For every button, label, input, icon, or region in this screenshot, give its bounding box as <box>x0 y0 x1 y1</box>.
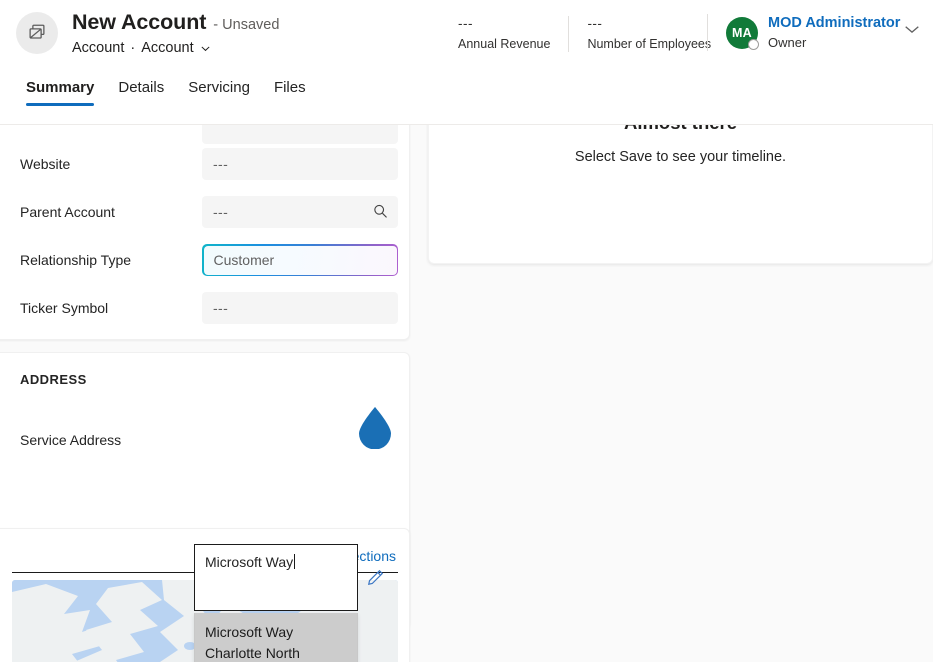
owner-text: MOD Administrator Owner <box>768 14 900 51</box>
form-surface: Website --- Parent Account --- Relations… <box>0 124 933 662</box>
breadcrumb-form: Account <box>141 40 194 56</box>
stat-value: --- <box>587 16 603 31</box>
suggestion-line-1: Microsoft Way <box>205 624 294 640</box>
tab-details[interactable]: Details <box>106 78 176 106</box>
timeline-card: Almost there Select Save to see your tim… <box>428 124 933 264</box>
breadcrumb-entity: Account <box>72 40 125 56</box>
header-identity: New Account - Unsaved Account · Account <box>16 10 279 56</box>
search-icon[interactable] <box>372 203 389 225</box>
field-row-service-address: Service Address <box>20 422 398 458</box>
website-input[interactable]: --- <box>202 148 398 180</box>
copilot-teardrop-icon <box>355 405 395 450</box>
record-header: New Account - Unsaved Account · Account <box>0 0 933 76</box>
service-address-value: Microsoft Way <box>205 554 294 570</box>
field-row-relationship-type: Relationship Type Customer <box>20 242 398 278</box>
avatar: MA <box>726 17 759 50</box>
form-tabs: Summary Details Servicing Files <box>0 78 933 118</box>
breadcrumb: Account · Account <box>72 40 279 56</box>
field-row-website: Website --- <box>20 146 398 182</box>
ticker-symbol-input[interactable]: --- <box>202 292 398 324</box>
tab-files[interactable]: Files <box>262 78 318 106</box>
relationship-type-input[interactable]: Customer <box>203 245 397 275</box>
field-control-ticker-symbol[interactable]: --- <box>202 292 398 324</box>
field-control-website[interactable]: --- <box>202 148 398 180</box>
stat-value: --- <box>458 16 473 31</box>
stat-label: Annual Revenue <box>458 37 551 51</box>
owner-name-link[interactable]: MOD Administrator <box>768 14 900 32</box>
field-label-website: Website <box>20 156 71 172</box>
field-control-relationship-type[interactable]: Customer <box>202 244 398 276</box>
owner-role-label: Owner <box>768 35 807 50</box>
header-stats: --- Annual Revenue --- Number of Employe… <box>458 16 729 52</box>
field-label-parent-account: Parent Account <box>20 204 115 220</box>
stat-number-of-employees: --- Number of Employees <box>568 16 729 52</box>
header-title-block: New Account - Unsaved Account · Account <box>72 10 279 56</box>
field-control[interactable] <box>202 124 398 144</box>
field-label-service-address: Service Address <box>20 432 122 448</box>
ai-suggestion-border: Customer <box>202 244 398 276</box>
service-address-input[interactable]: Microsoft Way <box>194 544 358 611</box>
timeline-empty-title: Almost there <box>429 124 932 134</box>
owner-block[interactable]: MA MOD Administrator Owner <box>707 14 900 51</box>
suggestion-line-2: Charlotte North <box>205 645 300 661</box>
tab-summary[interactable]: Summary <box>14 78 106 106</box>
field-label-relationship-type: Relationship Type <box>20 252 132 268</box>
pencil-edit-icon[interactable] <box>362 564 388 590</box>
presence-offline-icon <box>748 39 759 50</box>
timeline-empty-subtitle: Select Save to see your timeline. <box>574 149 787 165</box>
address-autocomplete-list: Microsoft Way Charlotte North Carolina U… <box>194 613 358 662</box>
breadcrumb-separator: · <box>130 40 136 56</box>
address-section-heading: ADDRESS <box>20 372 87 387</box>
field-row-parent-account: Parent Account --- <box>20 194 398 230</box>
stat-label: Number of Employees <box>587 37 712 51</box>
page-title: New Account <box>72 10 207 34</box>
header-chevron-down-icon[interactable] <box>903 22 921 40</box>
save-state-label: - Unsaved <box>213 17 280 33</box>
chevron-down-icon[interactable] <box>200 43 211 54</box>
account-entity-icon <box>16 12 58 54</box>
header-divider <box>0 124 933 125</box>
field-label-ticker-symbol: Ticker Symbol <box>20 300 109 316</box>
list-item[interactable]: Microsoft Way Charlotte North Carolina U… <box>195 613 357 662</box>
tab-servicing[interactable]: Servicing <box>176 78 262 106</box>
clipped-input[interactable] <box>202 124 398 144</box>
service-address-control: Microsoft Way <box>194 544 358 611</box>
text-caret <box>294 554 296 569</box>
field-row-ticker-symbol: Ticker Symbol --- <box>20 290 398 326</box>
stat-annual-revenue: --- Annual Revenue <box>458 16 568 52</box>
field-row-clipped <box>20 124 398 146</box>
field-control-parent-account[interactable]: --- <box>202 196 398 228</box>
parent-account-input[interactable]: --- <box>202 196 398 228</box>
account-form-page: New Account - Unsaved Account · Account <box>0 0 933 662</box>
